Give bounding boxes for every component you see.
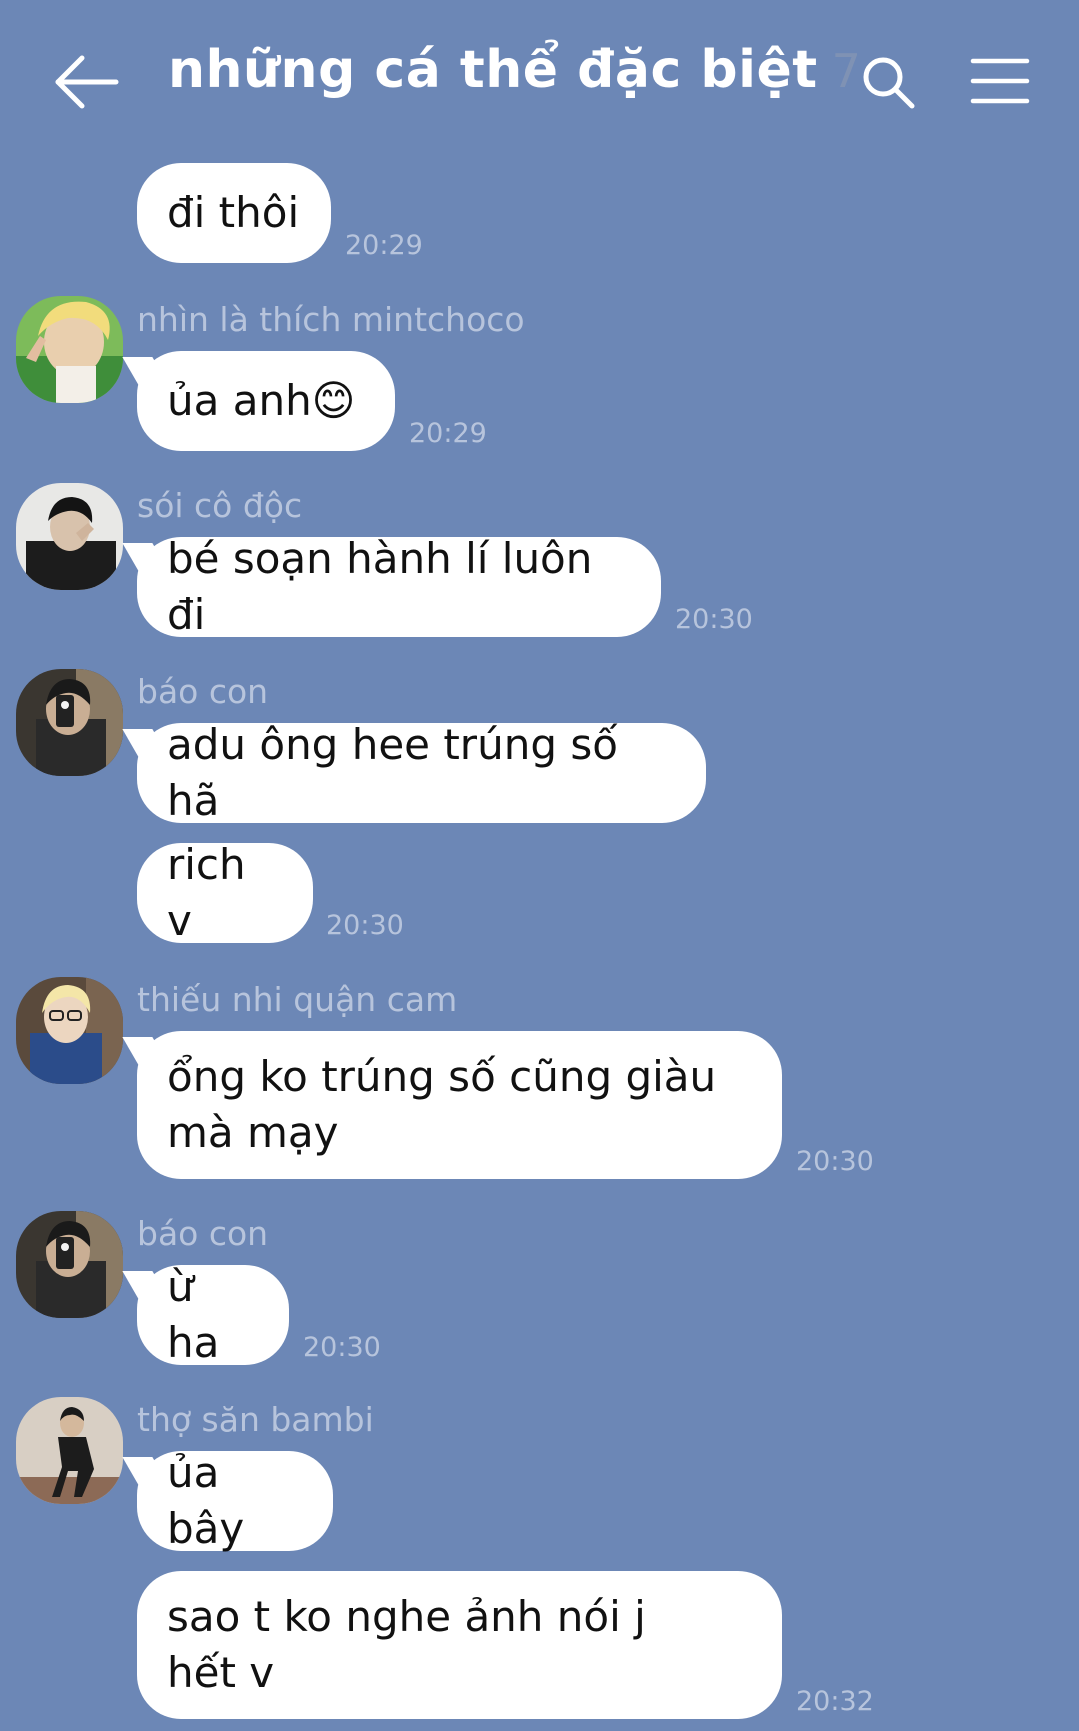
message-time: 20:32 bbox=[796, 1686, 874, 1717]
avatar[interactable] bbox=[16, 483, 123, 590]
member-count: 7 bbox=[831, 44, 861, 98]
message-text: ủa bây bbox=[167, 1448, 245, 1553]
search-icon bbox=[863, 57, 915, 109]
sender-name: báo con bbox=[137, 1214, 269, 1253]
avatar[interactable] bbox=[16, 296, 123, 403]
message-time: 20:29 bbox=[345, 230, 423, 261]
message-bubble[interactable]: adu ông hee trúng số hã bbox=[137, 720, 706, 825]
message-time: 20:29 bbox=[409, 418, 487, 449]
message-text: bé soạn hành lí luôn đi bbox=[167, 534, 593, 639]
back-arrow-icon bbox=[55, 55, 119, 109]
message-bubble[interactable]: ủa bây bbox=[137, 1448, 333, 1553]
sender-name: nhìn là thích mintchoco bbox=[137, 300, 525, 339]
avatar[interactable] bbox=[16, 669, 123, 776]
message-bubble[interactable]: bé soạn hành lí luôn đi bbox=[137, 534, 661, 639]
search-button[interactable] bbox=[860, 54, 916, 110]
chat-title-area[interactable]: những cá thể đặc biệt 7 bbox=[168, 40, 861, 120]
chat-screen: những cá thể đặc biệt 7 đi thôi 20:29 nh… bbox=[0, 0, 1079, 1731]
message-text: đi thôi bbox=[167, 188, 300, 237]
sender-name: sói cô độc bbox=[137, 486, 303, 525]
chat-title: những cá thể đặc biệt bbox=[168, 40, 818, 100]
back-button[interactable] bbox=[52, 50, 120, 114]
sender-name: thợ săn bambi bbox=[137, 1400, 374, 1439]
menu-button[interactable] bbox=[970, 56, 1030, 106]
message-bubble[interactable]: rich v bbox=[137, 840, 313, 945]
message-bubble[interactable]: đi thôi bbox=[137, 163, 331, 263]
sender-name: thiếu nhi quận cam bbox=[137, 980, 458, 1019]
message-time: 20:30 bbox=[796, 1146, 874, 1177]
message-bubble[interactable]: ủa anh😊 bbox=[137, 351, 395, 451]
message-text: sao t ko nghe ảnh nói j hết v bbox=[167, 1592, 646, 1697]
message-time: 20:30 bbox=[675, 604, 753, 635]
avatar[interactable] bbox=[16, 1397, 123, 1504]
message-text: ủa anh😊 bbox=[167, 376, 356, 425]
avatar[interactable] bbox=[16, 1211, 123, 1318]
message-bubble[interactable]: sao t ko nghe ảnh nói j hết v bbox=[137, 1571, 782, 1719]
message-text: ừ ha bbox=[167, 1262, 220, 1367]
message-text: adu ông hee trúng số hã bbox=[167, 720, 618, 825]
chat-header: những cá thể đặc biệt 7 bbox=[0, 0, 1079, 160]
sender-name: báo con bbox=[137, 672, 269, 711]
message-text: ổng ko trúng số cũng giàu mà mạy bbox=[167, 1052, 717, 1157]
menu-icon bbox=[970, 58, 1030, 104]
message-time: 20:30 bbox=[326, 910, 404, 941]
message-bubble[interactable]: ừ ha bbox=[137, 1262, 289, 1367]
message-time: 20:30 bbox=[303, 1332, 381, 1363]
avatar[interactable] bbox=[16, 977, 123, 1084]
message-text: rich v bbox=[167, 840, 246, 945]
message-bubble[interactable]: ổng ko trúng số cũng giàu mà mạy bbox=[137, 1031, 782, 1179]
